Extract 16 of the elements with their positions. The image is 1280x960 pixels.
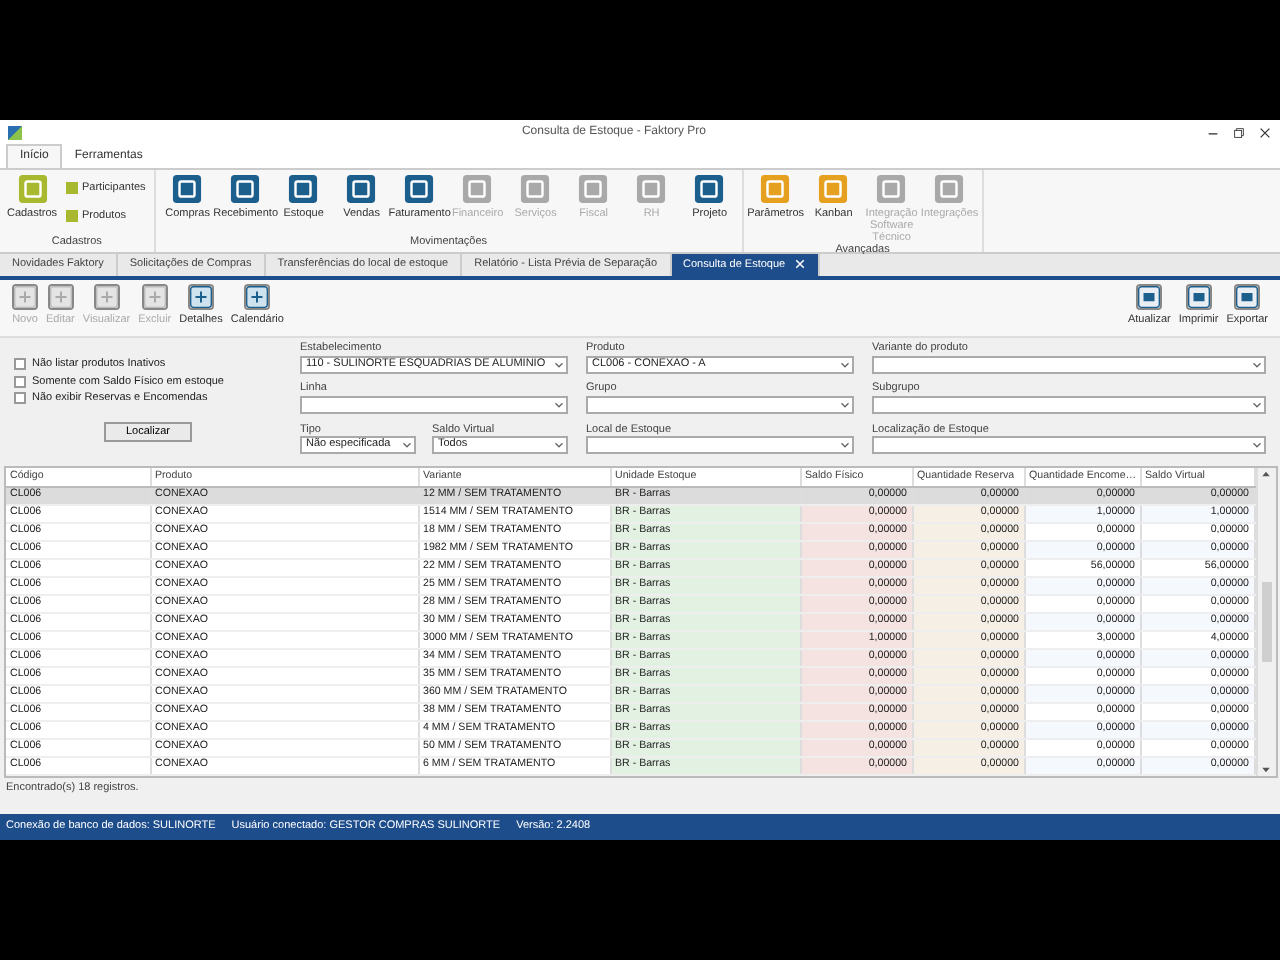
dropdown-field[interactable]	[872, 436, 1266, 455]
checkbox[interactable]	[14, 375, 26, 388]
close-icon	[793, 257, 806, 270]
dropdown-field[interactable]	[586, 436, 854, 455]
close-icon	[1258, 126, 1272, 140]
restore-icon	[1232, 126, 1246, 140]
scroll-up-icon	[1260, 468, 1272, 480]
dropdown-field[interactable]	[872, 395, 1266, 414]
dropdown-field[interactable]	[586, 395, 854, 414]
dropdown-field[interactable]	[872, 355, 1266, 374]
dropdown-field[interactable]	[300, 395, 568, 414]
scroll-down-icon	[1260, 763, 1272, 775]
checkbox[interactable]	[14, 358, 26, 371]
app-logo-icon	[8, 126, 22, 140]
checkbox[interactable]	[14, 392, 26, 405]
scrollbar[interactable]	[1255, 468, 1275, 775]
